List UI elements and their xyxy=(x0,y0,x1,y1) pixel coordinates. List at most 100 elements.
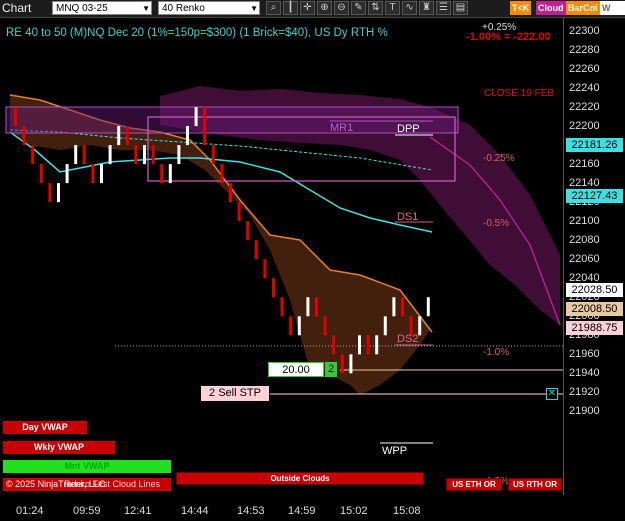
mnt-vwap-bar: Mnt VWAP xyxy=(3,460,171,473)
price-marker-label: 22008.50 xyxy=(566,302,623,317)
renko-brick-up xyxy=(74,145,78,165)
indicator-icon[interactable]: ∿ xyxy=(402,1,417,15)
time-tick-label: 15:02 xyxy=(340,505,368,517)
price-tick-label: 22260 xyxy=(569,63,600,76)
renko-brick-down xyxy=(323,316,327,336)
renko-brick-up xyxy=(65,164,69,184)
barcol-badge[interactable]: BarCol xyxy=(566,1,600,15)
close-date-label: CLOSE 19 FEB xyxy=(484,88,555,99)
price-marker-label: 22181.26 xyxy=(566,137,623,152)
renko-brick-down xyxy=(254,240,258,260)
pct-level-2: -0.5% xyxy=(483,218,510,229)
chart-title: RE 40 to 50 (M)NQ Dec 20 (1%=150p=$300) … xyxy=(6,27,388,39)
time-tick-label: 15:08 xyxy=(393,505,421,517)
data-box-icon[interactable]: ▤ xyxy=(453,1,468,15)
price-marker-label: 21988.75 xyxy=(566,320,623,335)
drawing-tools-icon[interactable]: ✎ xyxy=(351,1,366,15)
renko-brick-up xyxy=(383,316,387,336)
renko-brick-up xyxy=(392,297,396,317)
close-order-icon[interactable]: ✕ xyxy=(546,388,558,400)
price-tick-label: 21900 xyxy=(569,405,600,418)
tck-badge[interactable]: T<K xyxy=(510,1,532,15)
strategy-icon[interactable]: ♜ xyxy=(419,1,434,15)
renko-brick-up xyxy=(177,145,181,165)
chevron-down-icon: ▼ xyxy=(142,4,150,13)
chart-menu-label[interactable]: Chart xyxy=(2,1,31,15)
pct-level-1: -0.25% xyxy=(483,153,515,164)
renko-brick-up xyxy=(194,107,198,127)
renko-brick-up xyxy=(186,126,189,146)
time-tick-label: 09:59 xyxy=(73,505,101,517)
price-marker-label: 22028.50 xyxy=(566,283,623,298)
renko-brick-up xyxy=(358,335,361,355)
renko-brick-down xyxy=(151,145,155,165)
time-tick-label: 12:41 xyxy=(124,505,152,517)
renko-brick-down xyxy=(39,164,43,184)
price-tick-label: 22220 xyxy=(569,101,600,114)
properties-icon[interactable]: ☰ xyxy=(436,1,451,15)
sell-stop-order[interactable]: 2 Sell STP xyxy=(201,386,269,401)
order-quantity[interactable]: 20.00 xyxy=(268,362,324,377)
chart-toolbar: Chart MNQ 03-25 ▼ 40 Renko ▼ ⌕ ┃ ✛ ⊕ ⊖ ✎ ⇅… xyxy=(0,0,625,18)
pct-level-3: -1.0% xyxy=(483,347,510,358)
renko-brick-down xyxy=(280,297,284,317)
w-badge[interactable]: W VVV xyxy=(600,1,625,15)
renko-brick-up xyxy=(375,335,379,355)
renko-brick-up xyxy=(418,316,422,336)
cloud-badge[interactable]: Cloud xyxy=(536,1,566,15)
instrument-selector[interactable]: MNQ 03-25 ▼ xyxy=(52,1,152,15)
magnifier-icon[interactable]: ⌕ xyxy=(266,1,281,15)
ds2-label: DS2 xyxy=(397,333,419,345)
zoom-icon[interactable]: ⊕ xyxy=(317,1,332,15)
renko-brick-up xyxy=(108,145,112,165)
zoom-out-icon[interactable]: ⊖ xyxy=(334,1,349,15)
text-icon[interactable]: T xyxy=(385,1,400,15)
renko-brick-down xyxy=(160,164,164,184)
bar-style-icon[interactable]: ┃ xyxy=(283,1,298,15)
crosshair-icon[interactable]: ✛ xyxy=(300,1,315,15)
us-eth-or-bar: US ETH OR xyxy=(446,478,502,491)
renko-brick-down xyxy=(366,335,370,355)
renko-brick-up xyxy=(143,145,146,165)
order-count[interactable]: 2 xyxy=(325,362,337,377)
time-tick-label: 01:24 xyxy=(16,505,44,517)
price-tick-label: 21960 xyxy=(569,348,600,361)
time-tick-label: 14:53 xyxy=(237,505,265,517)
renko-brick-down xyxy=(134,145,138,165)
outside-clouds-bar: Outside Clouds xyxy=(176,472,424,485)
day-vwap-bar: Day VWAP xyxy=(3,421,87,434)
chart-trader-icon[interactable]: ⇅ xyxy=(368,1,383,15)
renko-brick-down xyxy=(229,183,232,203)
renko-brick-down xyxy=(82,145,86,165)
chevron-down-icon: ▼ xyxy=(250,4,258,13)
pnl-label: -1.00% = -222.00 xyxy=(466,31,551,43)
price-tick-label: 21940 xyxy=(569,367,600,380)
chart-panel[interactable]: RE 40 to 50 (M)NQ Dec 20 (1%=150p=$300) … xyxy=(0,18,563,495)
renko-brick-up xyxy=(100,164,103,184)
price-axis[interactable]: 2230022280222602224022220222002218022160… xyxy=(563,18,625,495)
bar-type-selector[interactable]: 40 Renko ▼ xyxy=(158,1,260,15)
renko-brick-down xyxy=(14,107,17,127)
wpp-label: WPP xyxy=(382,445,408,457)
renko-brick-down xyxy=(315,297,318,317)
price-tick-label: 22080 xyxy=(569,234,600,247)
dpp-label: DPP xyxy=(397,123,420,135)
price-tick-label: 22060 xyxy=(569,253,600,266)
price-tick-label: 22100 xyxy=(569,215,600,228)
price-tick-label: 22280 xyxy=(569,44,600,57)
renko-brick-up xyxy=(426,297,430,317)
renko-brick-down xyxy=(31,145,35,165)
renko-brick-down xyxy=(203,107,207,146)
renko-brick-up xyxy=(306,297,310,317)
price-tick-label: 22160 xyxy=(569,158,600,171)
price-tick-label: 21920 xyxy=(569,386,600,399)
us-rth-or-bar: US RTH OR xyxy=(508,478,562,491)
renko-brick-down xyxy=(237,202,241,222)
renko-brick-up xyxy=(168,164,172,184)
renko-brick-down xyxy=(220,164,224,184)
renko-brick-down xyxy=(289,316,293,336)
renko-brick-down xyxy=(22,126,26,146)
bar-type-value: 40 Renko xyxy=(162,3,205,14)
renko-brick-up xyxy=(57,183,60,203)
ds1-label: DS1 xyxy=(397,211,419,223)
